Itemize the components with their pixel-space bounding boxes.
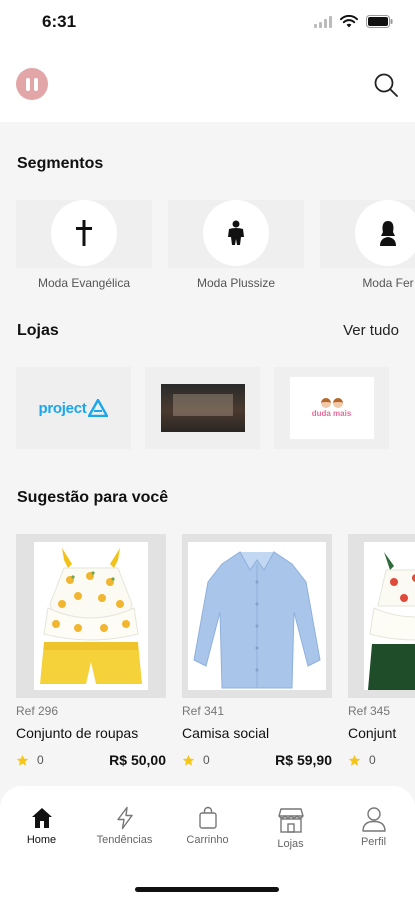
product-price: R$ 59,90 bbox=[275, 752, 332, 768]
user-icon bbox=[361, 807, 386, 832]
store-logo-project: project bbox=[39, 399, 109, 417]
nav-label: Carrinho bbox=[186, 834, 229, 846]
nav-tendencias[interactable]: Tendências bbox=[83, 806, 166, 846]
product-card[interactable]: Ref 296 Conjunto de roupas 0 R$ 50,00 bbox=[16, 534, 166, 774]
product-image bbox=[182, 534, 332, 698]
lightning-icon bbox=[116, 806, 133, 830]
product-name: Conjunt bbox=[348, 725, 397, 741]
product-card[interactable]: Ref 345 Conjunt 0 bbox=[348, 534, 415, 774]
product-price: R$ 50,00 bbox=[109, 752, 166, 768]
suggestions-title: Sugestão para você bbox=[17, 489, 169, 506]
nav-lojas[interactable]: Lojas bbox=[249, 806, 332, 850]
search-icon[interactable] bbox=[373, 72, 399, 98]
signal-icon bbox=[314, 15, 332, 28]
segment-label: Moda Plussize bbox=[196, 276, 276, 290]
segment-label: Moda Evangélica bbox=[37, 276, 131, 290]
product-image bbox=[348, 534, 415, 698]
status-time: 6:31 bbox=[42, 12, 77, 31]
product-ref: Ref 345 bbox=[348, 704, 391, 718]
plus-size-figure-icon bbox=[228, 220, 244, 245]
kids-outfit-image bbox=[368, 552, 415, 690]
segments-carousel[interactable]: Moda Evangélica Moda Plussize Moda Fer bbox=[16, 200, 415, 300]
nav-perfil[interactable]: Perfil bbox=[332, 806, 415, 848]
product-rating: 0 bbox=[182, 753, 210, 767]
wifi-icon bbox=[340, 15, 358, 28]
store-photo bbox=[160, 384, 245, 432]
segment-label: Moda Fer bbox=[362, 276, 414, 290]
product-ref: Ref 341 bbox=[182, 704, 225, 718]
app-header bbox=[0, 44, 415, 122]
star-icon bbox=[348, 754, 361, 766]
nav-label: Tendências bbox=[96, 834, 153, 846]
store-card-duda[interactable]: duda mais bbox=[274, 367, 389, 449]
bottom-nav: Home Tendências Carrinho Lojas Perfil bbox=[0, 786, 415, 900]
store-icon bbox=[277, 808, 304, 833]
kids-faces-icon bbox=[320, 398, 343, 408]
product-image bbox=[16, 534, 166, 698]
home-icon bbox=[31, 808, 52, 828]
star-icon bbox=[16, 754, 29, 766]
nav-label: Lojas bbox=[277, 838, 304, 850]
stores-title: Lojas bbox=[17, 322, 59, 339]
status-bar: 6:31 bbox=[0, 0, 415, 44]
cross-icon bbox=[76, 220, 92, 246]
battery-icon bbox=[366, 15, 393, 28]
kids-outfit-image bbox=[40, 548, 142, 684]
store-card-project[interactable]: project bbox=[16, 367, 131, 449]
product-name: Camisa social bbox=[182, 725, 270, 741]
dress-shirt-image bbox=[193, 551, 321, 689]
shopping-bag-icon bbox=[198, 806, 217, 829]
status-icons bbox=[314, 15, 393, 28]
store-logo-duda: duda mais bbox=[289, 377, 374, 439]
stores-carousel[interactable]: project duda mais bbox=[16, 367, 415, 449]
woman-figure-icon bbox=[380, 221, 396, 246]
nav-carrinho[interactable]: Carrinho bbox=[166, 806, 249, 846]
nav-home[interactable]: Home bbox=[0, 806, 83, 846]
rating-count: 0 bbox=[37, 753, 44, 767]
product-rating: 0 bbox=[16, 753, 44, 767]
store-name: project bbox=[38, 399, 87, 417]
rating-count: 0 bbox=[203, 753, 210, 767]
nav-label: Perfil bbox=[360, 836, 387, 848]
product-ref: Ref 296 bbox=[16, 704, 59, 718]
nav-label: Home bbox=[26, 834, 57, 846]
product-card[interactable]: Ref 341 Camisa social 0 R$ 59,90 bbox=[182, 534, 332, 774]
store-name: duda mais bbox=[311, 409, 352, 418]
triangle-logo-icon bbox=[88, 399, 109, 417]
products-carousel[interactable]: Ref 296 Conjunto de roupas 0 R$ 50,00 Re… bbox=[16, 534, 415, 774]
product-rating: 0 bbox=[348, 753, 376, 767]
store-card-photo[interactable] bbox=[145, 367, 260, 449]
star-icon bbox=[182, 754, 195, 766]
home-indicator bbox=[135, 887, 279, 892]
segment-moda-evangelica[interactable]: Moda Evangélica bbox=[16, 200, 152, 300]
product-name: Conjunto de roupas bbox=[16, 725, 139, 741]
segment-moda-plussize[interactable]: Moda Plussize bbox=[168, 200, 304, 300]
segment-moda-feminina[interactable]: Moda Fer bbox=[320, 200, 415, 300]
rating-count: 0 bbox=[369, 753, 376, 767]
see-all-link[interactable]: Ver tudo bbox=[343, 322, 399, 339]
segments-title: Segmentos bbox=[17, 155, 104, 172]
pause-logo-icon[interactable] bbox=[16, 68, 48, 100]
